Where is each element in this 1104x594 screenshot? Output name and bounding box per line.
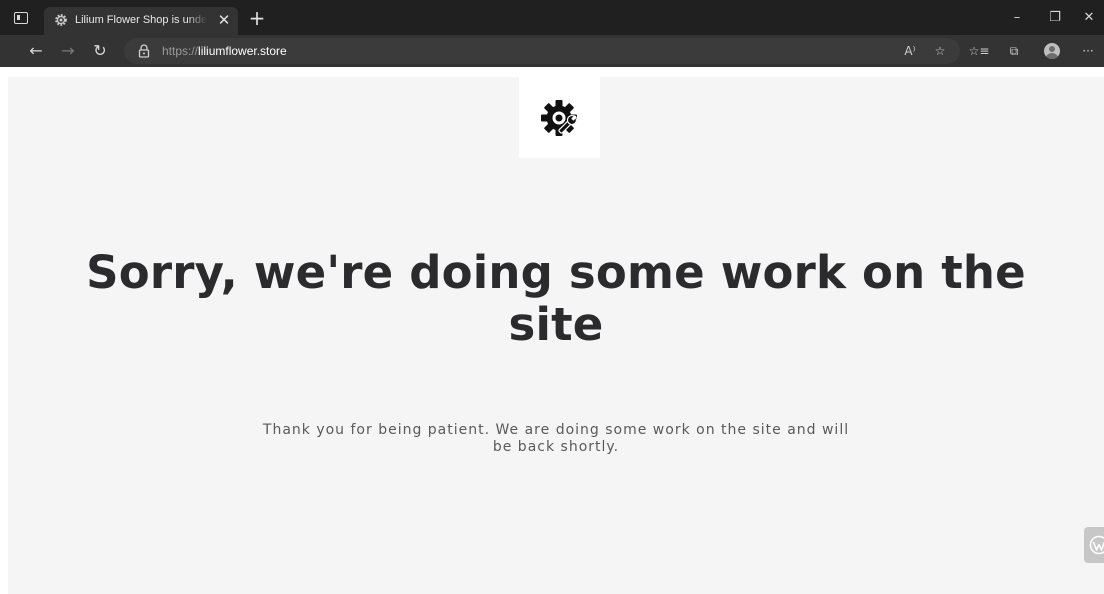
close-window-button[interactable]: ✕ (1074, 8, 1104, 28)
page-headline: Sorry, we're doing some work on the site (86, 246, 1026, 351)
active-tab[interactable]: Lilium Flower Shop is under construction… (44, 7, 238, 35)
collections-icon[interactable]: ⧉ (1004, 41, 1024, 61)
logo-box (519, 77, 600, 158)
page-subtext: Thank you for being patient. We are doin… (262, 422, 850, 455)
profile-avatar[interactable] (1044, 43, 1060, 59)
back-button[interactable]: ← (24, 39, 48, 63)
read-aloud-icon[interactable]: A⁾ (900, 41, 920, 61)
gear-wrench-icon (541, 100, 578, 136)
add-favorite-icon[interactable]: ☆ (930, 41, 950, 61)
tab-strip: Lilium Flower Shop is under construction… (0, 0, 1104, 35)
lock-icon[interactable] (138, 44, 150, 58)
gear-wrench-icon (55, 14, 67, 26)
settings-menu-icon[interactable]: ··· (1078, 41, 1098, 61)
address-bar[interactable]: https://liliumflower.store (124, 38, 960, 64)
wordpress-badge[interactable] (1084, 527, 1104, 563)
favorites-icon[interactable]: ☆≡ (966, 41, 992, 61)
restore-button[interactable]: ❐ (1040, 8, 1070, 28)
tab-actions-icon[interactable] (14, 12, 28, 24)
url-text: https://liliumflower.store (162, 44, 287, 58)
url-host: liliumflower.store (198, 44, 287, 58)
page-viewport: Sorry, we're doing some work on the site… (0, 67, 1104, 594)
forward-button[interactable]: → (56, 39, 80, 63)
minimize-button[interactable]: – (1002, 8, 1032, 28)
url-scheme: https:// (162, 44, 199, 58)
tab-title: Lilium Flower Shop is under construction (75, 14, 207, 26)
refresh-button[interactable]: ↻ (88, 39, 112, 63)
browser-toolbar: ← → ↻ https://liliumflower.store A⁾ ☆ ☆≡… (0, 35, 1104, 67)
new-tab-button[interactable]: + (246, 7, 268, 29)
wordpress-icon (1089, 535, 1104, 555)
maintenance-page: Sorry, we're doing some work on the site… (8, 77, 1104, 594)
tab-close-button[interactable]: ✕ (214, 10, 234, 30)
